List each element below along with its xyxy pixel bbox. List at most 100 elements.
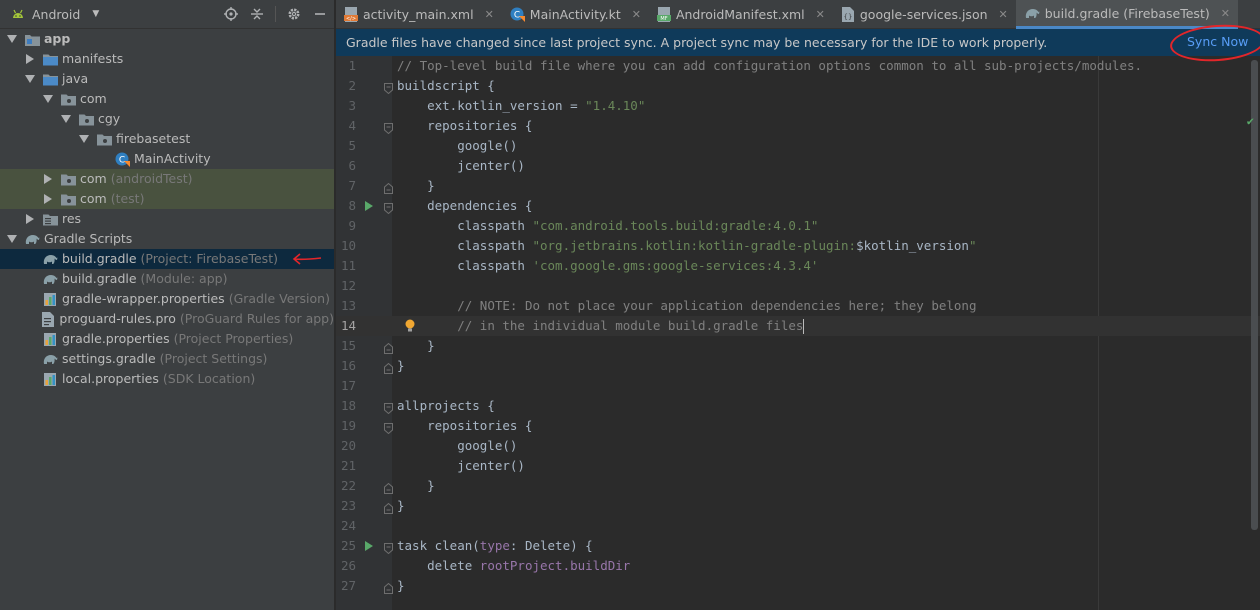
code-line[interactable]: 3 ext.kotlin_version = "1.4.10" xyxy=(336,96,1260,116)
code-line[interactable]: 13 // NOTE: Do not place your applicatio… xyxy=(336,296,1260,316)
line-number: 12 xyxy=(340,278,356,293)
editor-tab[interactable]: MF AndroidManifest.xml ✕ xyxy=(649,0,833,29)
fold-marker-icon[interactable] xyxy=(384,360,393,374)
code-line[interactable]: 1 // Top-level build file where you can a… xyxy=(336,56,1260,76)
code-line[interactable]: 21 jcenter() xyxy=(336,456,1260,476)
tree-item-hint: (ProGuard Rules for app) xyxy=(179,311,334,326)
fold-marker-icon[interactable] xyxy=(384,420,393,435)
expanded-arrow-icon[interactable] xyxy=(60,113,72,125)
code-line[interactable]: 5 google() xyxy=(336,136,1260,156)
close-tab-icon[interactable]: ✕ xyxy=(632,8,641,21)
collapsed-arrow-icon[interactable] xyxy=(42,173,54,185)
tree-item[interactable]: firebasetest xyxy=(0,129,334,149)
tree-item[interactable]: com xyxy=(0,89,334,109)
editor-tab[interactable]: build.gradle (FirebaseTest) ✕ xyxy=(1015,0,1238,29)
inspection-ok-icon[interactable]: ✔ xyxy=(1247,114,1254,128)
tree-item[interactable]: C MainActivity xyxy=(0,149,334,169)
code-line[interactable]: 26 delete rootProject.buildDir xyxy=(336,556,1260,576)
tree-item[interactable]: cgy xyxy=(0,109,334,129)
code-line[interactable]: 22 } xyxy=(336,476,1260,496)
collapse-all-icon[interactable] xyxy=(249,6,265,22)
fold-marker-icon[interactable] xyxy=(384,500,393,514)
code-line[interactable]: 11 classpath 'com.google.gms:google-serv… xyxy=(336,256,1260,276)
tree-item[interactable]: build.gradle (Project: FirebaseTest) xyxy=(0,249,334,269)
expanded-arrow-icon[interactable] xyxy=(6,233,18,245)
vertical-scrollbar[interactable] xyxy=(1250,56,1260,610)
project-view-selector[interactable]: Android ▼ xyxy=(10,6,99,22)
fold-marker-icon[interactable] xyxy=(384,340,393,354)
gear-icon[interactable] xyxy=(286,6,302,22)
folder-icon xyxy=(42,51,58,67)
fold-marker-icon[interactable] xyxy=(384,580,393,594)
code-line[interactable]: 12 xyxy=(336,276,1260,296)
close-tab-icon[interactable]: ✕ xyxy=(1221,7,1230,20)
code-line[interactable]: 4 repositories { xyxy=(336,116,1260,136)
editor-tab[interactable]: C MainActivity.kt ✕ xyxy=(502,0,649,29)
tree-item[interactable]: app xyxy=(0,29,334,49)
svg-text:MF: MF xyxy=(660,16,667,22)
tree-item[interactable]: proguard-rules.pro (ProGuard Rules for ap… xyxy=(0,309,334,329)
code-line[interactable]: 9 classpath "com.android.tools.build:gra… xyxy=(336,216,1260,236)
code-line[interactable]: 23} xyxy=(336,496,1260,516)
code-line[interactable]: 18 allprojects { xyxy=(336,396,1260,416)
gradle-icon xyxy=(42,351,58,367)
code-line[interactable]: 25 task clean(type: Delete) { xyxy=(336,536,1260,556)
line-number: 20 xyxy=(340,438,356,453)
close-tab-icon[interactable]: ✕ xyxy=(999,8,1008,21)
collapsed-arrow-icon[interactable] xyxy=(24,53,36,65)
expanded-arrow-icon[interactable] xyxy=(24,73,36,85)
fold-marker-icon[interactable] xyxy=(384,120,393,135)
fold-marker-icon[interactable] xyxy=(384,80,393,95)
code-line[interactable]: 19 repositories { xyxy=(336,416,1260,436)
tree-item[interactable]: local.properties (SDK Location) xyxy=(0,369,334,389)
collapsed-arrow-icon[interactable] xyxy=(42,193,54,205)
fold-marker-icon[interactable] xyxy=(384,200,393,215)
run-gutter-icon[interactable] xyxy=(362,536,376,556)
code-line[interactable]: 24 xyxy=(336,516,1260,536)
close-tab-icon[interactable]: ✕ xyxy=(485,8,494,21)
code-line[interactable]: 17 xyxy=(336,376,1260,396)
code-line[interactable]: 16} xyxy=(336,356,1260,376)
expanded-arrow-icon[interactable] xyxy=(42,93,54,105)
gradle-icon xyxy=(1024,7,1040,19)
code-line[interactable]: 8 dependencies { xyxy=(336,196,1260,216)
expanded-arrow-icon[interactable] xyxy=(6,33,18,45)
hide-panel-icon[interactable] xyxy=(312,6,328,22)
tree-item[interactable]: build.gradle (Module: app) xyxy=(0,269,334,289)
tree-item[interactable]: manifests xyxy=(0,49,334,69)
tree-item[interactable]: com (androidTest) xyxy=(0,169,334,189)
editor-tab[interactable]: {} google-services.json ✕ xyxy=(833,0,1016,29)
editor-tab[interactable]: </> activity_main.xml ✕ xyxy=(336,0,502,29)
run-gutter-icon[interactable] xyxy=(362,196,376,216)
code-line[interactable]: 10 classpath "org.jetbrains.kotlin:kotli… xyxy=(336,236,1260,256)
code-line[interactable]: 6 jcenter() xyxy=(336,156,1260,176)
close-tab-icon[interactable]: ✕ xyxy=(816,8,825,21)
tree-item[interactable]: gradle-wrapper.properties (Gradle Version… xyxy=(0,289,334,309)
code-editor[interactable]: 1 // Top-level build file where you can a… xyxy=(336,56,1260,610)
tree-item[interactable]: gradle.properties (Project Properties) xyxy=(0,329,334,349)
fold-marker-icon[interactable] xyxy=(384,180,393,194)
tab-label: AndroidManifest.xml xyxy=(675,7,805,22)
tree-item-label: gradle-wrapper.properties xyxy=(62,291,225,306)
code-line[interactable]: 14 // in the individual module build.gra… xyxy=(336,316,1260,336)
code-text: google() xyxy=(397,438,518,453)
code-line[interactable]: 2 buildscript { xyxy=(336,76,1260,96)
manifest-file-icon: MF xyxy=(656,7,671,22)
fold-marker-icon[interactable] xyxy=(384,480,393,494)
code-line[interactable]: 27} xyxy=(336,576,1260,596)
code-line[interactable]: 15 } xyxy=(336,336,1260,356)
lightbulb-icon[interactable] xyxy=(403,316,417,336)
tree-item[interactable]: res xyxy=(0,209,334,229)
code-line[interactable]: 7 } xyxy=(336,176,1260,196)
tree-item[interactable]: com (test) xyxy=(0,189,334,209)
expanded-arrow-icon[interactable] xyxy=(78,133,90,145)
tree-item[interactable]: settings.gradle (Project Settings) xyxy=(0,349,334,369)
collapsed-arrow-icon[interactable] xyxy=(24,213,36,225)
scrollbar-thumb[interactable] xyxy=(1251,60,1258,530)
tree-item[interactable]: java xyxy=(0,69,334,89)
locate-icon[interactable] xyxy=(223,6,239,22)
code-line[interactable]: 20 google() xyxy=(336,436,1260,456)
tree-item[interactable]: Gradle Scripts xyxy=(0,229,334,249)
fold-marker-icon[interactable] xyxy=(384,400,393,415)
fold-marker-icon[interactable] xyxy=(384,540,393,555)
